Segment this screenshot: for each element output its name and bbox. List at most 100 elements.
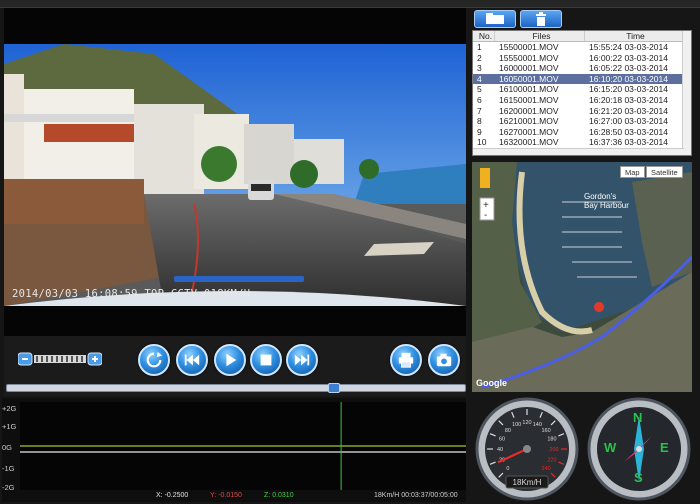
file-row[interactable]: 7 16200001.MOV 16:21:20 03-03-2014 xyxy=(473,106,691,117)
file-row-no: 8 xyxy=(477,116,482,127)
video-osd-timestamp: 2014/03/03 16:08:59 TOP CCTV 018KM/H xyxy=(12,288,251,300)
file-row-name: 16050001.MOV xyxy=(499,73,559,84)
file-list[interactable]: No. Files Time 1 15500001.MOV 15:55:24 03-… xyxy=(472,30,692,156)
file-rows: 1 15500001.MOV 15:55:24 03-03-2014 2 1555000… xyxy=(473,42,691,155)
file-row-name: 15550001.MOV xyxy=(499,52,559,63)
map-view[interactable]: + - Map Satellite Gordon's Bay Harbour G… xyxy=(472,162,692,392)
open-folder-button[interactable] xyxy=(474,10,516,28)
rewind-button[interactable] xyxy=(176,344,208,376)
map-place-line-2: Bay Harbour xyxy=(584,201,629,210)
seek-bar[interactable] xyxy=(6,383,466,393)
fast-forward-icon xyxy=(294,354,310,366)
speed-tick-label: 80 xyxy=(505,428,511,434)
fast-forward-button[interactable] xyxy=(286,344,318,376)
speed-tick-label: 160 xyxy=(541,428,550,434)
delete-button[interactable] xyxy=(520,10,562,28)
title-bar xyxy=(0,0,700,8)
g-sensor-plot xyxy=(20,402,466,490)
g-y-readout: Y: -0.0150 xyxy=(210,492,242,499)
file-row[interactable]: 5 16100001.MOV 16:15:20 03-03-2014 xyxy=(473,84,691,95)
file-row[interactable]: 8 16210001.MOV 16:27:00 03-03-2014 xyxy=(473,116,691,127)
speed-tick-label: 200 xyxy=(549,447,558,453)
g-label-plus2: +2G xyxy=(2,404,17,413)
g-sensor-graph[interactable] xyxy=(20,402,466,490)
file-row-time: 15:55:24 03-03-2014 xyxy=(589,42,668,52)
speed-tick-label: 120 xyxy=(522,420,531,426)
file-row[interactable]: 10 16320001.MOV 16:37:36 03-03-2014 xyxy=(473,137,691,148)
file-list-hscrollbar[interactable] xyxy=(473,148,684,155)
col-files[interactable]: Files xyxy=(495,31,585,41)
seek-thumb[interactable] xyxy=(328,383,341,393)
file-row-no: 5 xyxy=(477,84,482,95)
print-button[interactable] xyxy=(390,344,422,376)
play-icon xyxy=(226,353,237,367)
video-frame-scene xyxy=(4,44,466,306)
file-row-time: 16:20:18 03-03-2014 xyxy=(589,94,668,105)
file-row-time: 16:15:20 03-03-2014 xyxy=(589,84,668,95)
g-label-minus1: -1G xyxy=(2,464,15,473)
file-row-name: 16000001.MOV xyxy=(499,63,559,74)
g-y-label: Y: xyxy=(210,492,217,499)
speed-tick-label: 40 xyxy=(497,447,503,453)
camera-icon xyxy=(436,353,452,367)
file-row-no: 2 xyxy=(477,52,482,63)
video-letterbox-top xyxy=(4,8,466,44)
file-row-time: 16:27:00 03-03-2014 xyxy=(589,116,668,127)
file-row[interactable]: 2 15550001.MOV 16:00:22 03-03-2014 xyxy=(473,53,691,64)
map-place-label: Gordon's Bay Harbour xyxy=(584,192,629,210)
rewind-icon xyxy=(184,354,200,366)
g-label-minus2: -2G xyxy=(2,483,15,492)
file-row-name: 16200001.MOV xyxy=(499,105,559,116)
speed-tick-label: 60 xyxy=(499,437,505,443)
file-row-time: 16:10:20 03-03-2014 xyxy=(589,73,668,84)
refresh-icon xyxy=(146,351,163,368)
col-no[interactable]: No. xyxy=(473,31,495,41)
video-player[interactable]: 2014/03/03 16:08:59 TOP CCTV 018KM/H xyxy=(4,44,466,306)
file-list-header: No. Files Time xyxy=(473,31,691,42)
file-row[interactable]: 1 15500001.MOV 15:55:24 03-03-2014 xyxy=(473,42,691,53)
folder-open-icon xyxy=(486,13,504,24)
file-row-name: 16150001.MOV xyxy=(499,94,559,105)
snapshot-button[interactable] xyxy=(428,344,460,376)
g-x-label: X: xyxy=(156,492,163,499)
g-label-zero: 0G xyxy=(2,443,13,452)
stop-icon xyxy=(260,354,272,366)
file-row-no: 4 xyxy=(477,73,482,84)
g-z-readout: Z: 0.0310 xyxy=(264,492,294,499)
file-row-time: 16:00:22 03-03-2014 xyxy=(589,52,668,63)
file-row-time: 16:05:22 03-03-2014 xyxy=(589,63,668,74)
file-row-no: 1 xyxy=(477,42,482,52)
refresh-button[interactable] xyxy=(138,344,170,376)
volume-slider[interactable] xyxy=(18,352,102,366)
g-sensor-panel: +2G +1G 0G -1G -2G X: -0.2500 Y: -0.0150… xyxy=(2,398,466,502)
g-y-value: -0.0150 xyxy=(218,492,242,499)
g-label-plus1: +1G xyxy=(2,422,17,431)
compass: N E S W xyxy=(584,396,694,502)
file-row-no: 6 xyxy=(477,94,482,105)
stop-button[interactable] xyxy=(250,344,282,376)
play-button[interactable] xyxy=(214,344,246,376)
file-list-vscrollbar[interactable] xyxy=(682,31,691,155)
g-x-value: -0.2500 xyxy=(164,492,189,499)
satellite-map: + - xyxy=(472,162,692,392)
speed-tick-label: 180 xyxy=(547,437,556,443)
speed-tick-label: 100 xyxy=(512,422,521,428)
file-row-name: 16100001.MOV xyxy=(499,84,559,95)
file-row[interactable]: 4 16050001.MOV 16:10:20 03-03-2014 xyxy=(473,73,691,85)
g-z-label: Z: xyxy=(264,492,271,499)
map-type-map-button[interactable]: Map xyxy=(620,166,645,178)
speedometer: 020406080100120140160180200220240 18Km/H xyxy=(472,396,582,502)
file-row-time: 16:28:50 03-03-2014 xyxy=(589,126,668,137)
speed-tick-label: 0 xyxy=(506,466,509,472)
file-row[interactable]: 9 16270001.MOV 16:28:50 03-03-2014 xyxy=(473,127,691,138)
compass-south: S xyxy=(634,470,643,485)
map-type-satellite-button[interactable]: Satellite xyxy=(646,166,683,178)
file-row[interactable]: 3 16000001.MOV 16:05:22 03-03-2014 xyxy=(473,63,691,74)
dashcam-player-window: 2014/03/03 16:08:59 TOP CCTV 018KM/H +2G… xyxy=(0,0,700,504)
compass-west: W xyxy=(604,440,617,455)
col-time[interactable]: Time xyxy=(585,31,683,41)
file-row-no: 3 xyxy=(477,63,482,74)
file-row-name: 15500001.MOV xyxy=(499,42,559,52)
svg-text:-: - xyxy=(484,210,487,221)
file-row[interactable]: 6 16150001.MOV 16:20:18 03-03-2014 xyxy=(473,95,691,106)
